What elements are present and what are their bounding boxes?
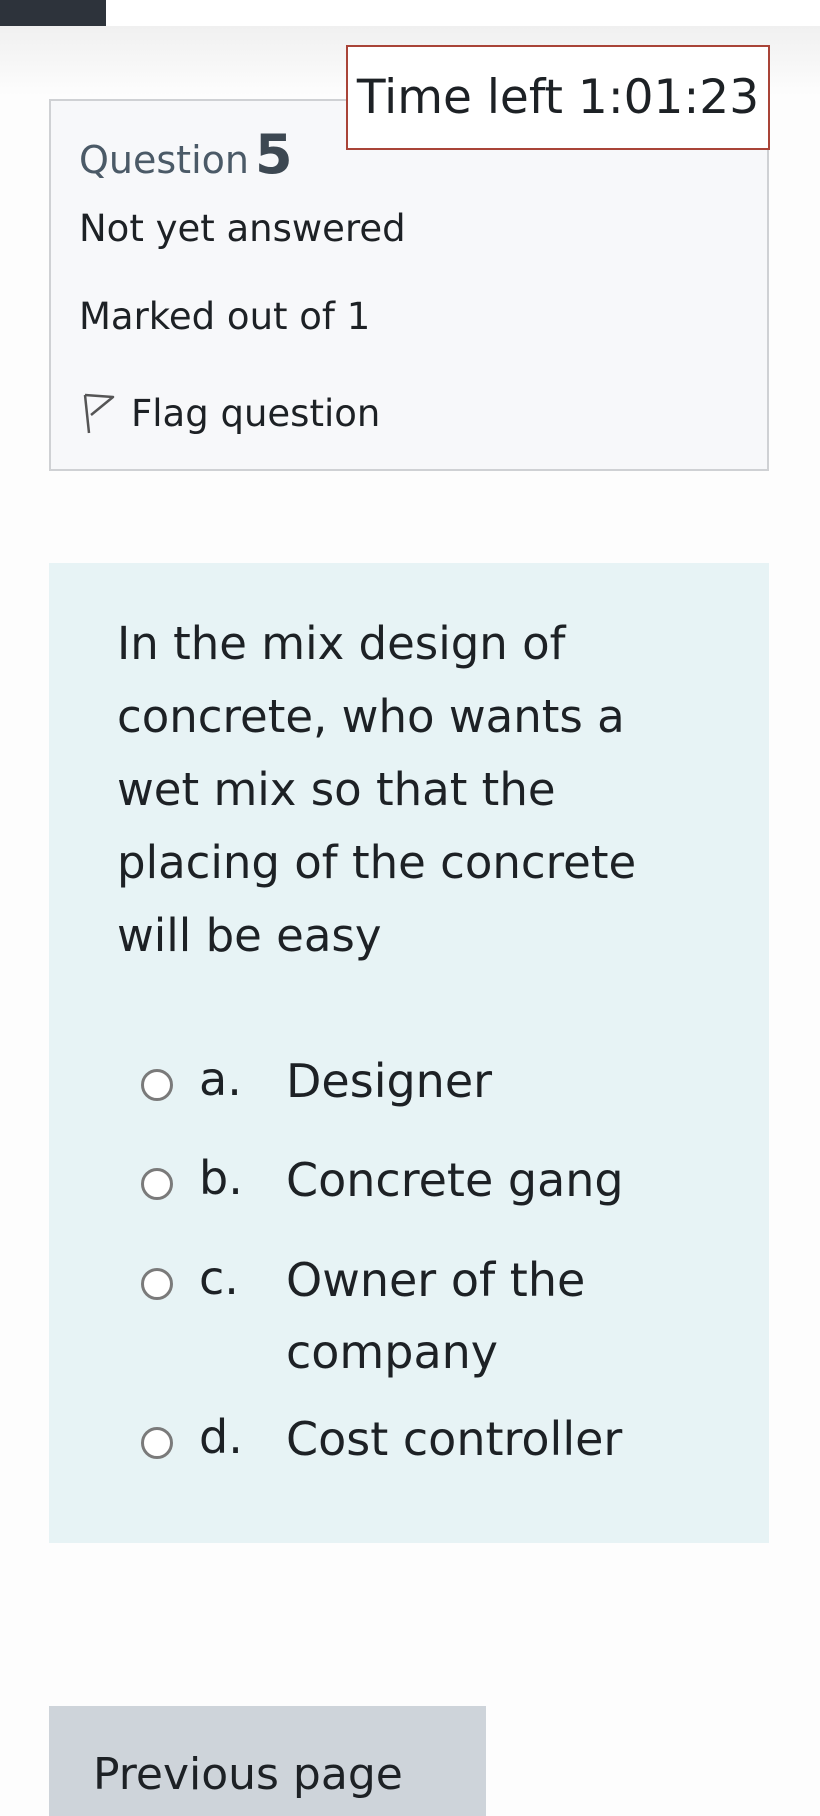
flag-question-label: Flag question [131, 391, 381, 435]
question-content: In the mix design of concrete, who wants… [49, 563, 769, 1543]
answer-status: Not yet answered [79, 207, 406, 250]
answer-text: Owner of the company [286, 1253, 586, 1379]
answer-option-a[interactable]: a. Designer [141, 1045, 666, 1117]
top-bar-dark-block [0, 0, 106, 26]
answer-letter: d. [199, 1410, 243, 1464]
top-bar [0, 0, 820, 26]
answer-option-d[interactable]: d. Cost controller [141, 1403, 666, 1475]
marks-info: Marked out of 1 [79, 295, 371, 338]
answer-letter: b. [199, 1151, 243, 1205]
answer-text: Cost controller [286, 1412, 623, 1466]
radio-button[interactable] [141, 1069, 173, 1101]
flag-icon [83, 393, 115, 434]
previous-page-button[interactable]: Previous page [49, 1706, 486, 1816]
time-left-timer: Time left 1:01:23 [346, 45, 770, 150]
answer-text: Concrete gang [286, 1153, 624, 1207]
question-label: Question [79, 138, 249, 182]
radio-button[interactable] [141, 1168, 173, 1200]
answer-option-b[interactable]: b. Concrete gang [141, 1144, 666, 1216]
question-text: In the mix design of concrete, who wants… [117, 617, 637, 962]
question-heading: Question 5 [79, 123, 293, 186]
radio-button[interactable] [141, 1268, 173, 1300]
answer-option-c[interactable]: c. Owner of the company [141, 1244, 666, 1388]
flag-question-link[interactable]: Flag question [79, 391, 380, 435]
answer-text: Designer [286, 1054, 493, 1108]
radio-button[interactable] [141, 1427, 173, 1459]
question-info-box: Question 5 Not yet answered Marked out of… [49, 99, 769, 471]
question-number: 5 [254, 123, 293, 186]
answer-letter: c. [199, 1251, 239, 1305]
answer-letter: a. [199, 1052, 242, 1106]
